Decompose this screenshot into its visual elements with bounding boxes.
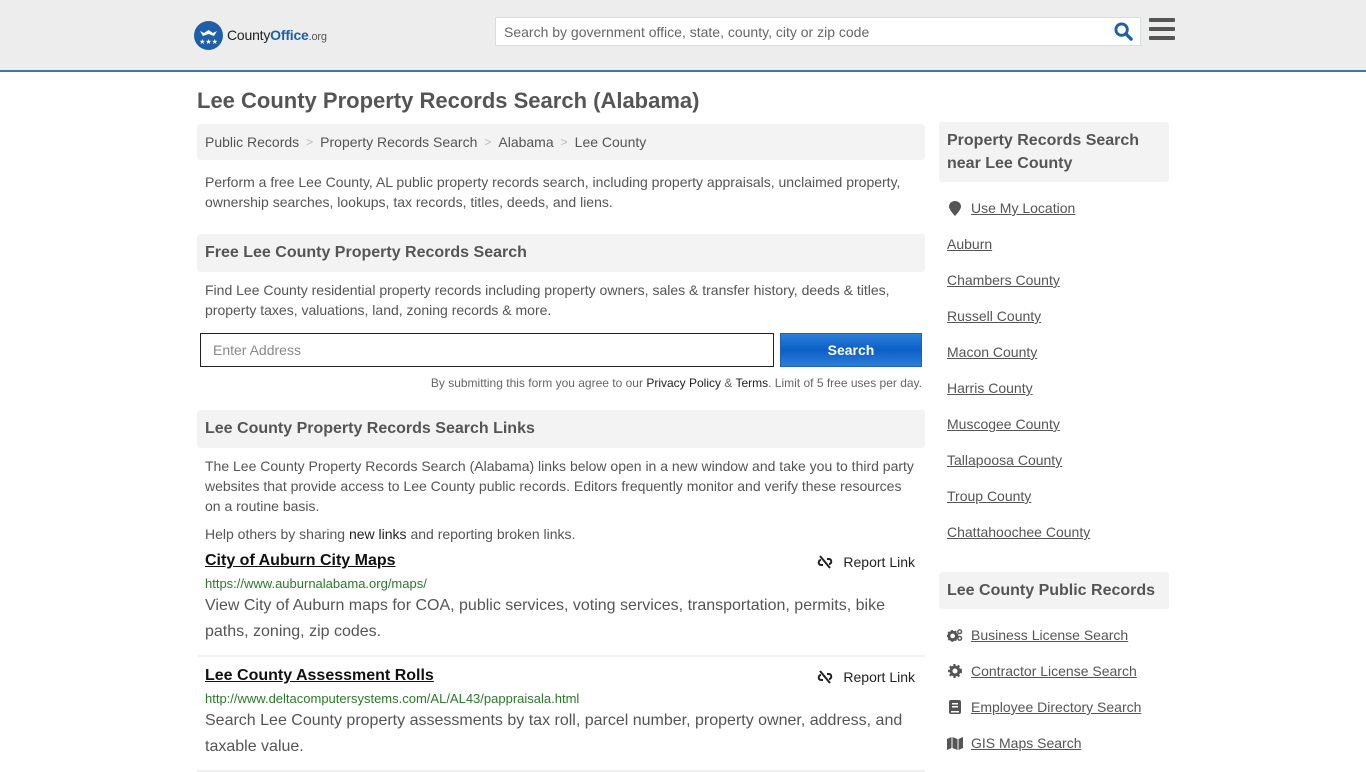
- site-search: [495, 17, 1141, 46]
- link-title[interactable]: City of Auburn City Maps: [205, 552, 396, 569]
- logo-tld: .org: [308, 31, 327, 43]
- broken-link-icon: [818, 555, 833, 569]
- link-description: Search Lee County property assessments b…: [205, 712, 903, 755]
- public-record-item: GIS Maps Search: [947, 725, 1161, 761]
- logo-office: Office: [270, 27, 309, 43]
- cogs-icon: [947, 628, 963, 642]
- help-suffix: and reporting broken links.: [406, 526, 576, 542]
- nearby-item: Harris County: [947, 370, 1161, 406]
- use-location-item: Use My Location: [947, 190, 1161, 226]
- logo-county: County: [227, 27, 271, 43]
- public-record-item: Business License Search: [947, 617, 1161, 653]
- main-content: Public Records > Property Records Search…: [197, 124, 925, 772]
- nearby-link-chambers-county[interactable]: Chambers County: [947, 272, 1060, 288]
- public-records-heading: Lee County Public Records: [939, 572, 1169, 609]
- breadcrumb-lee-county[interactable]: Lee County: [575, 134, 647, 150]
- breadcrumb-separator: >: [306, 135, 314, 149]
- nearby-link-tallapoosa-county[interactable]: Tallapoosa County: [947, 452, 1062, 468]
- breadcrumb-alabama[interactable]: Alabama: [498, 134, 553, 150]
- nearby-item: Chattahoochee County: [947, 514, 1161, 550]
- logo-text: CountyOffice.org: [227, 27, 327, 43]
- link-url: https://www.auburnalabama.org/maps/: [205, 576, 427, 591]
- help-prefix: Help others by sharing: [205, 526, 349, 542]
- report-link-label: Report Link: [843, 554, 915, 570]
- breadcrumb-separator: >: [560, 135, 568, 149]
- disclaimer-prefix: By submitting this form you agree to our: [430, 376, 647, 390]
- gis-maps-search-link[interactable]: GIS Maps Search: [971, 735, 1082, 751]
- report-link-button[interactable]: Report Link: [817, 669, 915, 685]
- nearby-link-chattahoochee-county[interactable]: Chattahoochee County: [947, 524, 1090, 540]
- new-links-link[interactable]: new links: [349, 526, 407, 542]
- link-url: http://www.deltacomputersystems.com/AL/A…: [205, 691, 580, 706]
- nearby-link-harris-county[interactable]: Harris County: [947, 380, 1033, 396]
- breadcrumb-public-records[interactable]: Public Records: [205, 134, 299, 150]
- book-icon: [947, 700, 963, 714]
- disclaimer-amp: &: [721, 376, 736, 390]
- privacy-policy-link[interactable]: Privacy Policy: [646, 376, 721, 390]
- address-input[interactable]: [200, 333, 774, 367]
- public-record-item: Contractor License Search: [947, 653, 1161, 689]
- breadcrumb: Public Records > Property Records Search…: [197, 124, 925, 160]
- nearby-link-muscogee-county[interactable]: Muscogee County: [947, 416, 1060, 432]
- business-license-search-link[interactable]: Business License Search: [971, 627, 1128, 643]
- nearby-list: Use My Location Auburn Chambers County R…: [939, 190, 1169, 550]
- nearby-item: Troup County: [947, 478, 1161, 514]
- nearby-link-russell-county[interactable]: Russell County: [947, 308, 1041, 324]
- nearby-item: Macon County: [947, 334, 1161, 370]
- site-logo[interactable]: ★★★ CountyOffice.org: [194, 20, 327, 50]
- search-button[interactable]: Search: [780, 333, 922, 367]
- breadcrumb-property-records-search[interactable]: Property Records Search: [320, 134, 477, 150]
- map-marker-icon: [947, 200, 963, 216]
- disclaimer-suffix: . Limit of 5 free uses per day.: [768, 376, 922, 390]
- search-icon[interactable]: [1106, 18, 1140, 45]
- list-item: Lee County Assessment Rolls Report Link …: [197, 657, 925, 772]
- nearby-item: Russell County: [947, 298, 1161, 334]
- use-my-location-link[interactable]: Use My Location: [971, 200, 1075, 216]
- nearby-link-auburn[interactable]: Auburn: [947, 236, 992, 252]
- nearby-item: Tallapoosa County: [947, 442, 1161, 478]
- sidebar: Property Records Search near Lee County …: [939, 122, 1169, 761]
- link-description: View City of Auburn maps for COA, public…: [205, 597, 885, 640]
- report-link-button[interactable]: Report Link: [817, 554, 915, 570]
- intro-text: Perform a free Lee County, AL public pro…: [205, 174, 901, 210]
- site-header: ★★★ CountyOffice.org: [0, 0, 1366, 72]
- hamburger-menu-icon[interactable]: [1149, 18, 1175, 42]
- public-records-list: Business License Search Contractor Licen…: [939, 617, 1169, 761]
- site-search-input[interactable]: [496, 18, 1106, 45]
- broken-link-icon: [818, 670, 833, 684]
- map-icon: [947, 736, 963, 750]
- contractor-license-search-link[interactable]: Contractor License Search: [971, 663, 1137, 679]
- list-item: City of Auburn City Maps Report Link htt…: [197, 542, 925, 657]
- report-link-label: Report Link: [843, 669, 915, 685]
- links-heading: Lee County Property Records Search Links: [197, 410, 925, 448]
- terms-link[interactable]: Terms: [735, 376, 768, 390]
- gear-icon: [947, 664, 963, 678]
- public-record-item: Employee Directory Search: [947, 689, 1161, 725]
- nearby-heading: Property Records Search near Lee County: [939, 122, 1169, 182]
- address-search-form: Search: [197, 333, 925, 367]
- nearby-item: Auburn: [947, 226, 1161, 262]
- breadcrumb-separator: >: [484, 135, 492, 149]
- nearby-link-troup-county[interactable]: Troup County: [947, 488, 1031, 504]
- help-text: Help others by sharing new links and rep…: [197, 516, 925, 542]
- svg-text:★★★: ★★★: [199, 38, 218, 46]
- nearby-item: Chambers County: [947, 262, 1161, 298]
- free-search-text: Find Lee County residential property rec…: [205, 282, 890, 318]
- nearby-item: Muscogee County: [947, 406, 1161, 442]
- form-disclaimer: By submitting this form you agree to our…: [197, 376, 925, 390]
- page-title: Lee County Property Records Search (Alab…: [197, 88, 700, 113]
- free-search-heading: Free Lee County Property Records Search: [197, 234, 925, 272]
- link-title[interactable]: Lee County Assessment Rolls: [205, 667, 434, 684]
- nearby-link-macon-county[interactable]: Macon County: [947, 344, 1037, 360]
- employee-directory-search-link[interactable]: Employee Directory Search: [971, 699, 1141, 715]
- links-intro-text: The Lee County Property Records Search (…: [205, 458, 914, 514]
- eagle-stars-icon: ★★★: [194, 20, 223, 50]
